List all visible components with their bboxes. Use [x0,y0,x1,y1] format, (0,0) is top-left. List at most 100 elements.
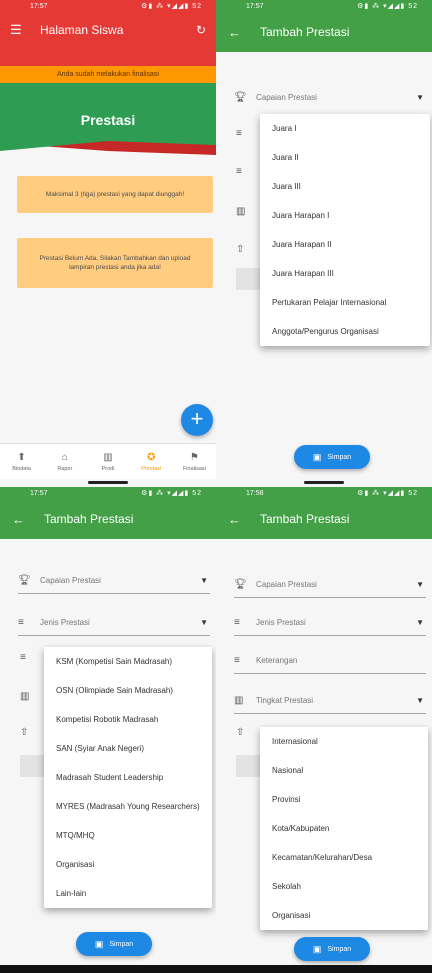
form-screen-capaian: 17:57 ⚙▮ ⁂ ▾◢◢▮ 52 ← Tambah Prestasi 🏆︎ … [216,0,432,487]
option-ksm[interactable]: KSM (Kompetisi Sain Madrasah) [44,647,212,676]
list-icon: ≡ [18,616,24,628]
keterangan-label: Keterangan [256,655,298,665]
option-osn[interactable]: OSN (Olimpiade Sain Madrasah) [44,676,212,705]
tingkat-prestasi-select[interactable]: ▥ Tingkat Prestasi ▼ [234,687,426,714]
notes-icon: ≡ [20,652,26,663]
option-juara-harapan-2[interactable]: Juara Harapan II [260,230,430,259]
building-icon: ▥ [103,452,113,463]
page-title: Tambah Prestasi [260,25,350,39]
save-label: Simpan [109,940,134,948]
option-organisasi[interactable]: Organisasi [260,901,428,930]
nav-label: Prodi [101,466,115,472]
capaian-prestasi-select[interactable]: 🏆︎ Capaian Prestasi ▼ [18,567,210,594]
capaian-label: Capaian Prestasi [256,579,317,589]
notice-text: Prestasi Belum Ada, Silakan Tambahkan da… [39,255,191,271]
option-leadership[interactable]: Madrasah Student Leadership [44,763,212,792]
option-juara-harapan-1[interactable]: Juara Harapan I [260,201,430,230]
option-juara-harapan-3[interactable]: Juara Harapan III [260,259,430,288]
capaian-label: Capaian Prestasi [40,575,101,585]
tingkat-dropdown-menu: Internasional Nasional Provinsi Kota/Kab… [260,727,428,930]
list-icon: ≡ [234,616,240,628]
option-kota-kabupaten[interactable]: Kota/Kabupaten [260,814,428,843]
trophy-icon: 🏆︎ [234,91,247,103]
keterangan-input[interactable]: ≡ Keterangan [234,647,426,674]
school-icon: ⌂ [61,452,68,463]
save-button[interactable]: ▣ Simpan [294,937,370,961]
option-internasional[interactable]: Internasional [260,727,428,756]
add-prestasi-button[interactable]: + [181,404,213,436]
dropdown-arrow-icon: ▼ [200,575,208,585]
tingkat-label: Tingkat Prestasi [256,695,314,705]
capaian-prestasi-select[interactable]: 🏆︎ Capaian Prestasi ▼ [234,571,426,598]
nav-finalisasi[interactable]: ⚑ Finalisasi [173,444,216,480]
jenis-label: Jenis Prestasi [40,617,90,627]
max-prestasi-notice: Maksimal 3 (tiga) prestasi yang dapat di… [17,176,213,213]
option-provinsi[interactable]: Provinsi [260,785,428,814]
back-arrow-icon[interactable]: ← [228,512,246,527]
option-anggota-organisasi[interactable]: Anggota/Pengurus Organisasi [260,317,430,346]
save-icon: ▣ [94,938,104,949]
dropdown-arrow-icon: ▼ [416,617,424,627]
plus-icon: + [190,406,204,431]
back-arrow-icon[interactable]: ← [12,512,30,527]
finalisasi-banner: Anda sudah melakukan finalisasi [0,66,216,83]
nav-label: Biodata [12,466,31,472]
nav-label: Rapor [57,466,73,472]
status-icons: ⚙▮ ⁂ ▾◢◢▮ 52 [357,490,418,497]
upload-icon: ⇧ [236,244,245,255]
upload-icon: ⇧ [236,727,245,738]
option-myres[interactable]: MYRES (Madrasah Young Researchers) [44,792,212,821]
status-icons: ⚙▮ ⁂ ▾◢◢▮ 52 [141,490,202,497]
flag-icon: ⚑ [189,452,199,463]
page-title: Tambah Prestasi [260,512,350,526]
option-mtq-mhq[interactable]: MTQ/MHQ [44,821,212,850]
status-bar: 17:58 ⚙▮ ⁂ ▾◢◢▮ 52 [216,487,432,499]
nav-prestasi[interactable]: ✪ Prestasi [130,444,173,480]
trophy-icon: 🏆︎ [18,574,31,586]
option-lain-lain[interactable]: Lain-lain [44,879,212,908]
option-juara-1[interactable]: Juara I [260,114,430,143]
nav-prodi[interactable]: ▥ Prodi [86,444,129,480]
option-juara-2[interactable]: Juara II [260,143,430,172]
option-nasional[interactable]: Nasional [260,756,428,785]
option-kecamatan[interactable]: Kecamatan/Kelurahan/Desa [260,843,428,872]
option-robotik[interactable]: Kompetisi Robotik Madrasah [44,705,212,734]
save-icon: ▣ [312,943,322,954]
status-time: 17:57 [246,2,264,10]
jenis-dropdown-menu: KSM (Kompetisi Sain Madrasah) OSN (Olimp… [44,647,212,908]
refresh-icon[interactable]: ↻ [196,23,206,37]
option-juara-3[interactable]: Juara III [260,172,430,201]
app-bar: ← Tambah Prestasi [0,499,216,539]
option-pertukaran-pelajar[interactable]: Pertukaran Pelajar Internasional [260,288,430,317]
chart-icon: ▥ [20,691,30,702]
save-button[interactable]: ▣ Simpan [76,932,152,956]
hero-title: Prestasi [80,112,136,128]
nav-biodata[interactable]: ⬆ Biodata [0,444,43,480]
trophy-icon: 🏆︎ [234,578,247,590]
save-button[interactable]: ▣ Simpan [294,445,370,469]
option-san[interactable]: SAN (Syiar Anak Negeri) [44,734,212,763]
capaian-prestasi-select[interactable]: 🏆︎ Capaian Prestasi ▼ [234,84,426,110]
back-arrow-icon[interactable]: ← [228,25,246,40]
dropdown-arrow-icon: ▼ [416,92,424,102]
status-time: 17:58 [246,489,264,497]
notice-text: Maksimal 3 (tiga) prestasi yang dapat di… [45,191,185,198]
menu-icon[interactable]: ☰ [10,22,28,38]
option-organisasi[interactable]: Organisasi [44,850,212,879]
nav-rapor[interactable]: ⌂ Rapor [43,444,86,480]
home-screen: 17:57 ⚙▮ ⁂ ▾◢◢▮ 52 ☰ Halaman Siswa ↻ And… [0,0,216,487]
capaian-label: Capaian Prestasi [256,92,317,102]
bottom-navigation: ⬆ Biodata ⌂ Rapor ▥ Prodi ✪ Prestasi ⚑ Finali… [0,443,216,480]
person-icon: ⬆ [17,452,26,463]
option-sekolah[interactable]: Sekolah [260,872,428,901]
jenis-prestasi-select[interactable]: ≡ Jenis Prestasi ▼ [234,609,426,636]
capaian-dropdown-menu: Juara I Juara II Juara III Juara Harapan… [260,114,430,346]
status-time: 17:57 [30,489,48,497]
status-bar: 17:57 ⚙▮ ⁂ ▾◢◢▮ 52 [0,487,216,499]
gesture-bar [216,479,432,487]
empty-prestasi-notice: Prestasi Belum Ada, Silakan Tambahkan da… [17,238,213,288]
dropdown-arrow-icon: ▼ [416,579,424,589]
form-screen-tingkat: 17:58 ⚙▮ ⁂ ▾◢◢▮ 52 ← Tambah Prestasi 🏆︎ … [216,487,432,973]
chart-icon: ▥ [234,694,244,706]
jenis-prestasi-select[interactable]: ≡ Jenis Prestasi ▼ [18,609,210,636]
